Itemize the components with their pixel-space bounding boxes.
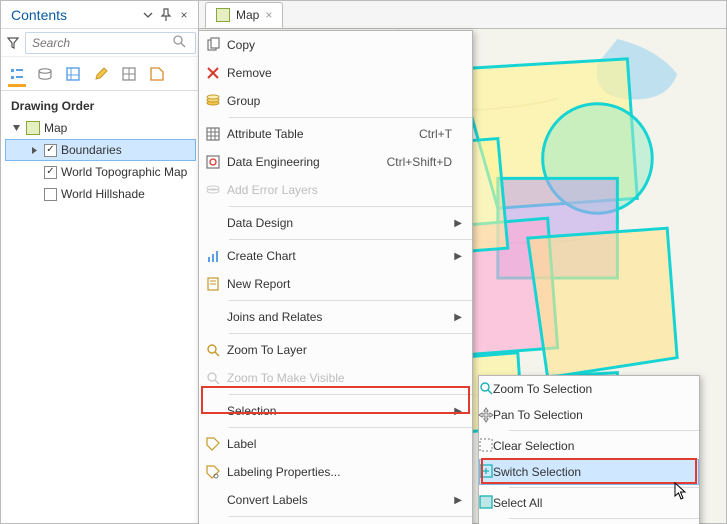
ctx-convert-labels[interactable]: Convert Labels ▶ [199,486,472,514]
separator [509,487,699,488]
chevron-right-icon: ▶ [454,495,462,506]
contents-panel: Contents × [1,1,199,523]
panel-options-icon[interactable] [140,7,156,23]
clear-selection-icon [479,438,493,455]
tree-row-layer[interactable]: Boundaries [5,139,196,161]
sub-pan-to-selection[interactable]: Pan To Selection [479,402,699,428]
layer-checkbox[interactable] [44,144,57,157]
tree-row-map[interactable]: Map [5,117,196,139]
ctx-label[interactable]: Label [199,430,472,458]
pan-selection-icon [479,407,493,424]
separator [229,394,472,395]
group-icon [199,94,227,108]
ctx-remove[interactable]: Remove [199,59,472,87]
map-icon [216,8,230,22]
contents-title: Contents [11,7,138,23]
shortcut: Ctrl+Shift+D [387,155,472,169]
ctx-symbology[interactable]: Symbology [199,519,472,524]
ctx-selection[interactable]: Selection ▶ [199,397,472,425]
ctx-create-chart[interactable]: Create Chart ▶ [199,242,472,270]
tab-label: Map [236,8,259,22]
search-row [1,29,198,57]
report-icon [199,277,227,291]
list-by-snapping-button[interactable] [115,60,143,88]
tree-row-layer[interactable]: World Hillshade [5,183,196,205]
separator [229,516,472,517]
contents-header: Contents × [1,1,198,29]
error-layers-icon [199,183,227,197]
data-engineering-icon [199,155,227,169]
separator [229,300,472,301]
chevron-right-icon: ▶ [454,406,462,417]
separator [509,518,699,519]
filter-icon[interactable] [7,35,19,51]
ctx-joins-relates[interactable]: Joins and Relates ▶ [199,303,472,331]
list-by-drawing-order-button[interactable] [3,60,31,88]
ctx-new-report[interactable]: New Report [199,270,472,298]
separator [509,430,699,431]
layer-tree: Map Boundaries World Topographic Map Wor… [1,117,198,205]
table-icon [199,127,227,141]
chevron-right-icon: ▶ [454,312,462,323]
separator [229,333,472,334]
tab-close-icon[interactable]: × [265,8,272,22]
list-by-labeling-button[interactable] [143,60,171,88]
context-menu: Copy Remove Group Attribute Table Ctrl+T… [198,30,473,524]
ctx-attribute-table[interactable]: Attribute Table Ctrl+T [199,120,472,148]
separator [229,117,472,118]
separator [229,239,472,240]
layer-checkbox[interactable] [44,188,57,201]
zoom-selection-icon [479,381,493,398]
expander-icon[interactable] [10,122,22,134]
tab-strip: Map × [199,1,726,29]
ctx-copy[interactable]: Copy [199,31,472,59]
ctx-data-design[interactable]: Data Design ▶ [199,209,472,237]
copy-icon [199,38,227,52]
remove-icon [199,66,227,80]
zoom-layer-icon [199,343,227,357]
tree-label: World Topographic Map [61,165,187,179]
sub-select-all[interactable]: Select All [479,490,699,516]
search-input[interactable] [25,32,196,54]
select-all-icon [479,495,493,512]
tree-label: Map [44,121,67,135]
tree-label: World Hillshade [61,187,145,201]
contents-toolbar [1,57,198,91]
sub-clear-selection[interactable]: Clear Selection [479,433,699,459]
label-icon [199,437,227,451]
expander-icon[interactable] [28,144,40,156]
chevron-right-icon: ▶ [454,251,462,262]
ctx-zoom-make-visible: Zoom To Make Visible [199,364,472,392]
tab-map[interactable]: Map × [205,2,283,28]
close-icon[interactable]: × [176,7,192,23]
sub-zoom-to-selection[interactable]: Zoom To Selection [479,376,699,402]
ctx-group[interactable]: Group [199,87,472,115]
ctx-data-engineering[interactable]: Data Engineering Ctrl+Shift+D [199,148,472,176]
drawing-order-title: Drawing Order [1,91,198,117]
tree-label: Boundaries [61,143,122,157]
pin-icon[interactable] [158,7,174,23]
labeling-props-icon [199,465,227,479]
map-icon [26,121,40,135]
list-by-selection-button[interactable] [59,60,87,88]
separator [229,206,472,207]
switch-selection-icon [479,464,493,481]
layer-checkbox[interactable] [44,166,57,179]
separator [229,427,472,428]
shortcut: Ctrl+T [419,127,472,141]
ctx-add-error-layers: Add Error Layers [199,176,472,204]
selection-submenu: Zoom To Selection Pan To Selection Clear… [478,375,700,524]
chart-icon [199,249,227,263]
ctx-zoom-to-layer[interactable]: Zoom To Layer [199,336,472,364]
tree-row-layer[interactable]: World Topographic Map [5,161,196,183]
sub-switch-selection[interactable]: Switch Selection [479,459,699,485]
ctx-labeling-properties[interactable]: Labeling Properties... [199,458,472,486]
list-by-source-button[interactable] [31,60,59,88]
list-by-editing-button[interactable] [87,60,115,88]
chevron-right-icon: ▶ [454,218,462,229]
zoom-visible-icon [199,371,227,385]
search-icon[interactable] [172,34,186,51]
